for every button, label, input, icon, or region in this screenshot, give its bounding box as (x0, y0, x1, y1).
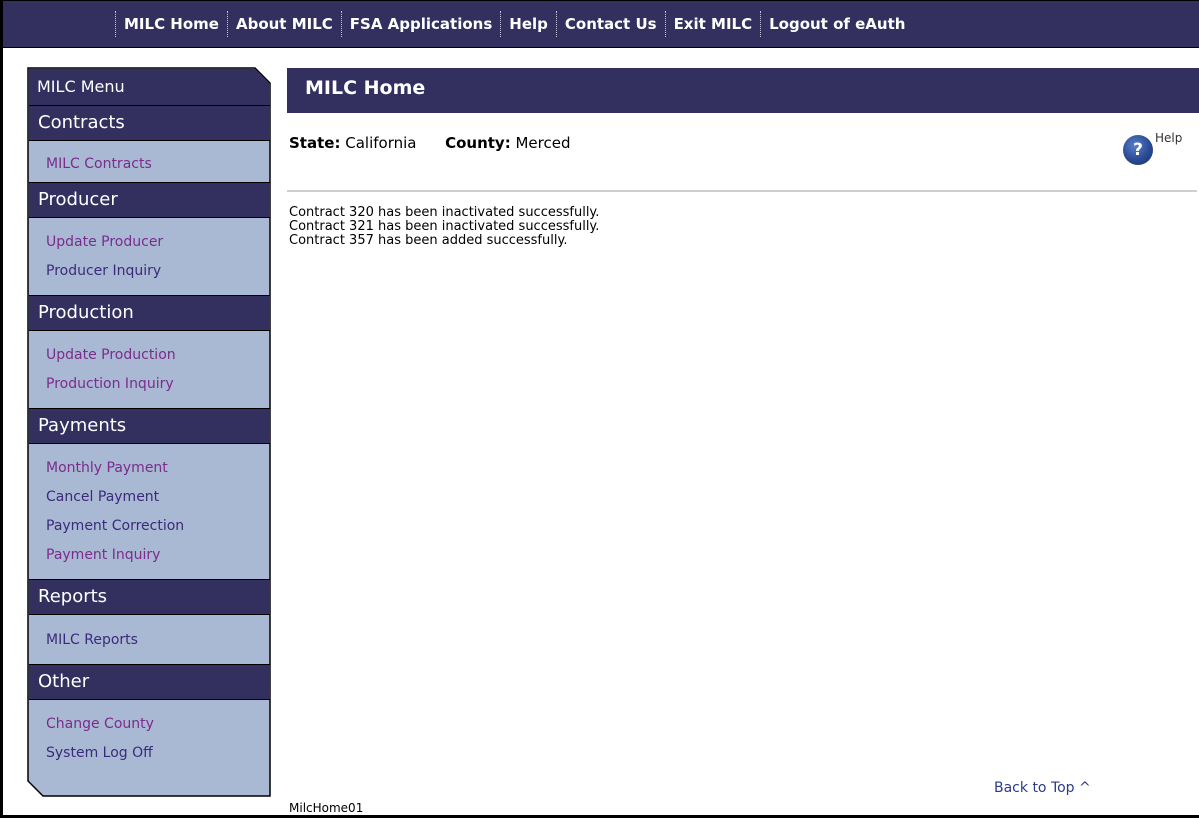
back-to-top-link[interactable]: Back to Top ^ (994, 780, 1091, 796)
state-value: California (345, 134, 417, 152)
help-link[interactable]: Help (1155, 131, 1182, 145)
section-header-contracts: Contracts (29, 105, 270, 141)
sidebar-item-system-log-off[interactable]: System Log Off (46, 745, 153, 761)
sidebar-item-update-producer[interactable]: Update Producer (46, 234, 163, 250)
section-header-reports: Reports (29, 579, 270, 615)
nav-milc-home[interactable]: MILC Home (116, 11, 227, 37)
sidebar-item-production-inquiry[interactable]: Production Inquiry (46, 376, 174, 392)
nav-contact-us[interactable]: Contact Us (557, 11, 665, 37)
nav-help[interactable]: Help (501, 11, 556, 37)
nav-logout-eauth[interactable]: Logout of eAuth (761, 11, 913, 37)
sidebar-menu: MILC Menu Contracts MILC Contracts Produ… (27, 67, 271, 797)
status-message: Contract 321 has been inactivated succes… (289, 219, 600, 234)
status-message: Contract 320 has been inactivated succes… (289, 205, 600, 220)
county-value: Merced (515, 134, 571, 152)
sidebar-item-milc-reports[interactable]: MILC Reports (46, 632, 138, 648)
state-label: State: (289, 134, 341, 152)
main-header-bar: MILC Home (287, 68, 1199, 113)
divider (287, 190, 1197, 192)
sidebar-item-payment-inquiry[interactable]: Payment Inquiry (46, 547, 160, 563)
sidebar-item-producer-inquiry[interactable]: Producer Inquiry (46, 263, 161, 279)
sidebar-item-milc-contracts[interactable]: MILC Contracts (46, 156, 152, 172)
page-title: MILC Home (305, 77, 426, 99)
top-nav-bar: MILC Home About MILC FSA Applications He… (3, 1, 1199, 48)
top-nav: MILC Home About MILC FSA Applications He… (115, 11, 913, 37)
nav-exit-milc[interactable]: Exit MILC (666, 11, 761, 37)
status-message: Contract 357 has been added successfully… (289, 233, 568, 248)
sidebar-item-monthly-payment[interactable]: Monthly Payment (46, 460, 168, 476)
sidebar-title: MILC Menu (37, 77, 125, 96)
location-row: State: California County: Merced (289, 134, 571, 152)
section-header-production: Production (29, 295, 270, 331)
help-icon[interactable]: ? (1123, 135, 1153, 165)
section-header-other: Other (29, 664, 270, 700)
section-header-payments: Payments (29, 408, 270, 444)
sidebar-item-change-county[interactable]: Change County (46, 716, 154, 732)
status-messages: Contract 320 has been inactivated succes… (289, 206, 599, 248)
county-label: County: (445, 134, 511, 152)
sidebar-item-cancel-payment[interactable]: Cancel Payment (46, 489, 159, 505)
section-header-producer: Producer (29, 182, 270, 218)
page-id: MilcHome01 (289, 801, 364, 815)
sidebar-item-payment-correction[interactable]: Payment Correction (46, 518, 184, 534)
nav-fsa-applications[interactable]: FSA Applications (342, 11, 501, 37)
nav-about-milc[interactable]: About MILC (228, 11, 341, 37)
page-frame: MILC Home About MILC FSA Applications He… (0, 0, 1199, 818)
sidebar-item-update-production[interactable]: Update Production (46, 347, 176, 363)
